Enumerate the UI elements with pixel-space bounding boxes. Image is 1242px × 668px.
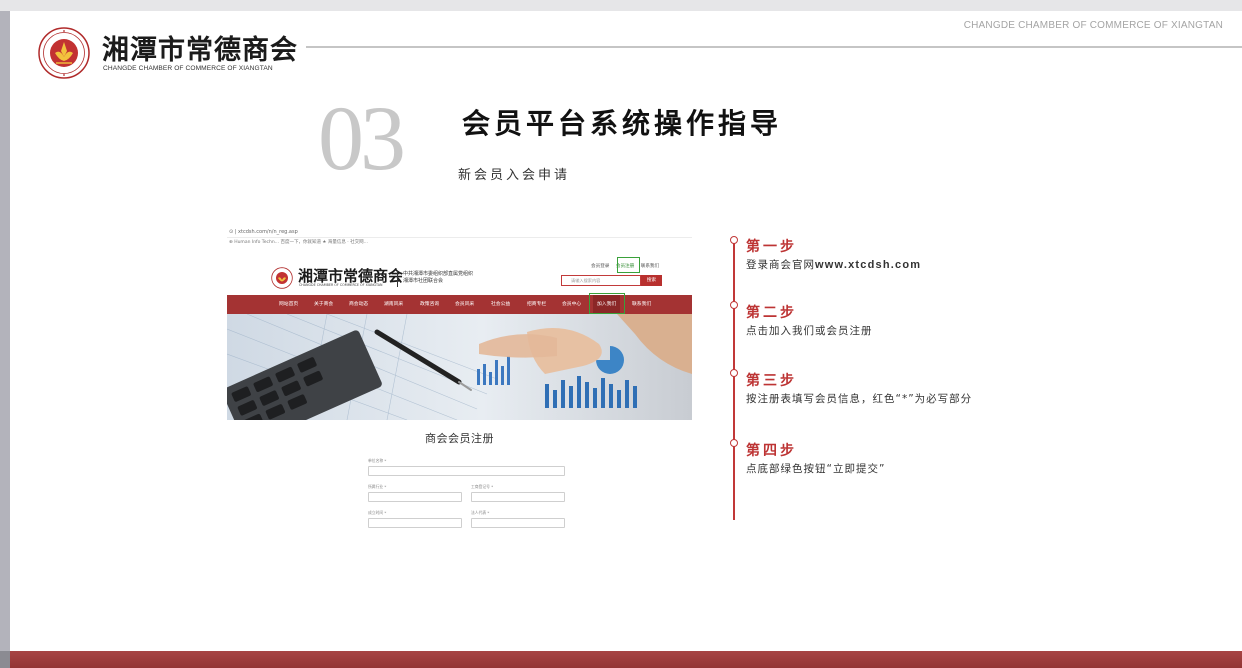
founded-date-input[interactable] (368, 518, 462, 528)
window-left-strip (0, 11, 10, 651)
form-label-unit-name: 单位名称 * (368, 458, 387, 463)
step-1-website: www.xtcdsh.com (815, 259, 922, 271)
step-1-desc: 登录商会官网www.xtcdsh.com (746, 257, 921, 272)
register-form-title: 商会会员注册 (425, 432, 494, 445)
industry-input[interactable] (368, 492, 462, 502)
nav-item-news[interactable]: 商会动态 (349, 295, 368, 314)
nav-item-home[interactable]: 网站首页 (279, 295, 298, 314)
site-search-input[interactable]: 请输入搜索内容 (561, 275, 641, 286)
form-label-founded-date: 成立时间 * (368, 510, 387, 515)
nav-item-contact[interactable]: 联系我们 (632, 295, 651, 314)
header-divider (306, 46, 1242, 48)
nav-item-charity[interactable]: 社会公益 (491, 295, 510, 314)
step-1-desc-text: 登录商会官网 (746, 259, 815, 271)
section-number: 03 (318, 87, 406, 189)
form-label-industry: 所属行业 * (368, 484, 387, 489)
site-org-text: 中共湘潭市委组织部直属党组织 湘潭市社团联合会 (403, 271, 473, 285)
login-link[interactable]: 会员登录 (591, 264, 609, 269)
nav-item-about[interactable]: 关于商会 (314, 295, 333, 314)
nav-item-invest[interactable]: 招商专栏 (527, 295, 546, 314)
nav-item-member-center[interactable]: 会员中心 (562, 295, 581, 314)
logo-title: 湘潭市常德商会 (102, 35, 298, 66)
header-english-title: CHANGDE CHAMBER OF COMMERCE OF XIANGTAN (963, 20, 1223, 31)
site-search-button[interactable]: 搜索 (641, 275, 662, 286)
footer-band (10, 651, 1242, 668)
step-2-desc: 点击加入我们或会员注册 (746, 325, 873, 337)
bookmarks-bar: ⊕ Human Info Techn... 百度一下，你就知道 ★ 海量信息 ·… (229, 240, 368, 245)
step-4-title: 第四步 (746, 443, 797, 459)
site-logo-divider (397, 271, 398, 287)
step-3-dot (730, 369, 738, 377)
nav-item-members[interactable]: 会员风采 (455, 295, 474, 314)
site-logo-subtitle: CHANGDE CHAMBER OF COMMERCE OF XIANGTAN (299, 283, 383, 287)
form-label-registration-no: 工商登记号 * (471, 484, 494, 489)
site-org-line2: 湘潭市社团联合会 (403, 278, 444, 284)
site-banner-image (227, 314, 692, 420)
step-1-title: 第一步 (746, 239, 797, 255)
contact-link[interactable]: 联系我们 (641, 264, 659, 269)
unit-name-input[interactable] (368, 466, 565, 476)
logo-subtitle: CHANGDE CHAMBER OF COMMERCE OF XIANGTAN (103, 65, 273, 72)
address-bar: ⊙ | xtcdsh.com/n/n_reg.asp (227, 227, 692, 238)
legal-rep-input[interactable] (471, 518, 565, 528)
step-1-dot (730, 236, 738, 244)
nav-item-hunan[interactable]: 湖南风采 (384, 295, 403, 314)
registration-no-input[interactable] (471, 492, 565, 502)
window-top-strip (0, 0, 1242, 11)
step-2-title: 第二步 (746, 305, 797, 321)
step-3-desc: 按注册表填写会员信息，红色“*”为必写部分 (746, 393, 973, 405)
step-4-desc: 点底部绿色按钮“立即提交” (746, 463, 886, 475)
site-org-line1: 中共湘潭市委组织部直属党组织 (403, 271, 474, 277)
steps-timeline (733, 241, 735, 520)
step-3-title: 第三步 (746, 373, 797, 389)
window-bottom-left (0, 651, 10, 668)
register-highlight-box (617, 257, 640, 273)
chamber-seal-icon (38, 27, 90, 79)
website-screenshot: ⊙ | xtcdsh.com/n/n_reg.asp ⊕ Human Info … (227, 227, 692, 533)
nav-item-policy[interactable]: 政策咨询 (420, 295, 439, 314)
step-2-dot (730, 301, 738, 309)
site-seal-icon (271, 267, 293, 289)
section-title: 会员平台系统操作指导 (462, 107, 783, 140)
step-4-dot (730, 439, 738, 447)
join-highlight-box (589, 293, 625, 314)
form-label-legal-rep: 法人代表 * (471, 510, 490, 515)
section-subtitle: 新会员入会申请 (458, 168, 571, 183)
